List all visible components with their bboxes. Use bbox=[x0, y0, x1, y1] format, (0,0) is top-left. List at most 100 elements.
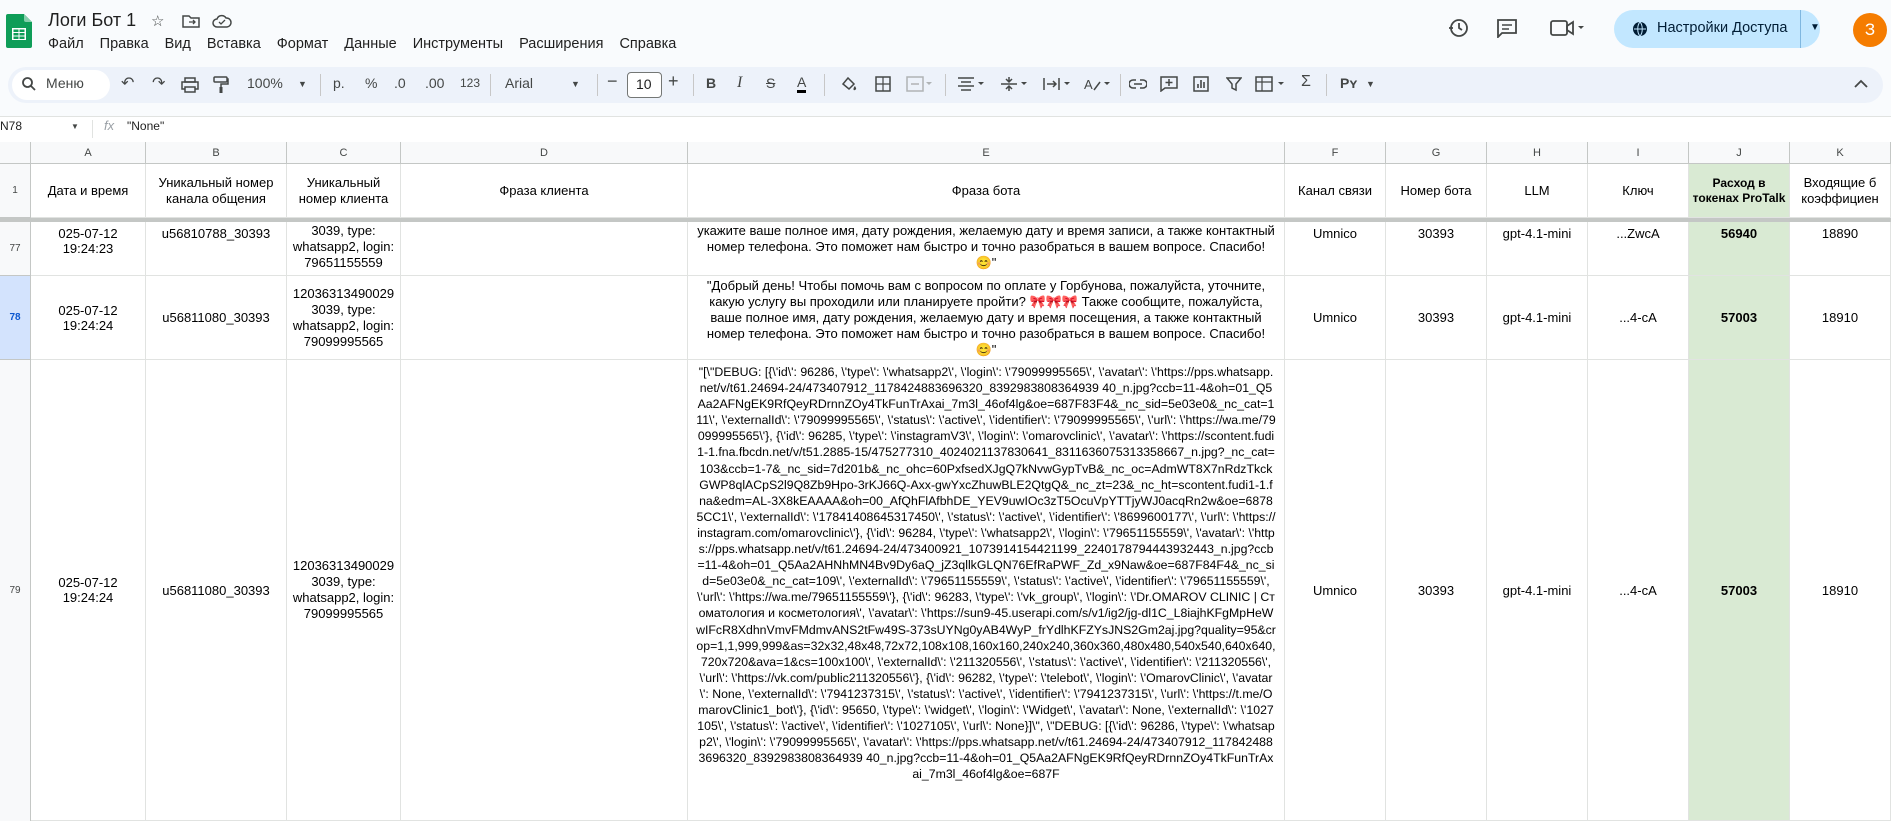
cell-client-id[interactable]: 3039, type: whatsapp2, login: 7965115555… bbox=[287, 222, 401, 276]
column-header-k[interactable]: K bbox=[1790, 142, 1891, 164]
cell-bot-number[interactable]: 30393 bbox=[1386, 222, 1487, 276]
column-header-i[interactable]: I bbox=[1588, 142, 1689, 164]
menu-extensions[interactable]: Расширения bbox=[511, 36, 611, 52]
avatar[interactable]: З bbox=[1853, 13, 1887, 47]
insert-comment-icon[interactable] bbox=[1160, 76, 1178, 92]
text-wrapping-icon[interactable] bbox=[1043, 77, 1073, 91]
cloud-status-icon[interactable] bbox=[212, 14, 232, 28]
menu-tools[interactable]: Инструменты bbox=[405, 36, 511, 52]
header-cell-client-phrase[interactable]: Фраза клиента bbox=[401, 164, 688, 218]
column-header-e[interactable]: E bbox=[688, 142, 1285, 164]
header-cell-channel-id[interactable]: Уникальный номер канала общения bbox=[146, 164, 287, 218]
menu-data[interactable]: Данные bbox=[336, 36, 404, 52]
cell-bot-number[interactable]: 30393 bbox=[1386, 360, 1487, 821]
cell-token-usage[interactable]: 57003 bbox=[1689, 276, 1790, 360]
header-cell-bot-number[interactable]: Номер бота bbox=[1386, 164, 1487, 218]
name-box-dropdown-icon[interactable]: ▼ bbox=[71, 122, 79, 131]
currency-format-button[interactable]: р. bbox=[333, 75, 345, 91]
cell-channel[interactable]: Umnico bbox=[1285, 360, 1386, 821]
italic-button[interactable]: I bbox=[737, 74, 742, 92]
cell-client-phrase[interactable] bbox=[401, 360, 688, 821]
column-header-b[interactable]: B bbox=[146, 142, 287, 164]
insert-link-icon[interactable] bbox=[1129, 79, 1147, 89]
cell-llm[interactable]: gpt-4.1-mini bbox=[1487, 360, 1588, 821]
font-family-select[interactable]: Arial bbox=[505, 75, 533, 91]
bold-button[interactable]: B bbox=[706, 75, 716, 91]
name-box[interactable]: N78 bbox=[0, 119, 22, 133]
cell-llm[interactable]: gpt-4.1-mini bbox=[1487, 276, 1588, 360]
share-dropdown-icon[interactable]: ▼ bbox=[1810, 22, 1820, 33]
cell-bot-phrase[interactable]: укажите ваше полное имя, дату рождения, … bbox=[688, 222, 1285, 276]
fill-color-icon[interactable] bbox=[840, 76, 858, 92]
cell-key[interactable]: ...4-cA bbox=[1588, 360, 1689, 821]
header-cell-llm[interactable]: LLM bbox=[1487, 164, 1588, 218]
horizontal-align-icon[interactable] bbox=[957, 77, 987, 91]
document-title[interactable]: Логи Бот 1 bbox=[48, 10, 136, 31]
zoom-select[interactable]: 100% bbox=[247, 75, 283, 91]
comments-icon[interactable] bbox=[1496, 18, 1518, 38]
column-header-h[interactable]: H bbox=[1487, 142, 1588, 164]
cell-channel[interactable]: Umnico bbox=[1285, 276, 1386, 360]
select-all-corner[interactable] bbox=[0, 142, 31, 164]
undo-icon[interactable]: ↶ bbox=[121, 73, 134, 93]
insert-chart-icon[interactable] bbox=[1193, 76, 1209, 92]
collapse-toolbar-icon[interactable] bbox=[1854, 79, 1868, 88]
cell-client-id[interactable]: 12036313490029 3039, type: whatsapp2, lo… bbox=[287, 276, 401, 360]
cell-incoming[interactable]: 18910 bbox=[1790, 360, 1891, 821]
header-cell-channel[interactable]: Канал связи bbox=[1285, 164, 1386, 218]
more-formats-button[interactable]: 123 bbox=[460, 76, 480, 90]
font-dropdown-icon[interactable]: ▼ bbox=[571, 79, 580, 89]
star-icon[interactable]: ☆ bbox=[151, 12, 164, 30]
decrease-font-size-button[interactable]: − bbox=[607, 71, 618, 92]
cell-llm[interactable]: gpt-4.1-mini bbox=[1487, 222, 1588, 276]
cell-client-phrase[interactable] bbox=[401, 276, 688, 360]
cell-token-usage[interactable]: 56940 bbox=[1689, 222, 1790, 276]
increase-font-size-button[interactable]: + bbox=[668, 71, 679, 92]
row-header-77[interactable]: 77 bbox=[0, 222, 31, 276]
cell-bot-phrase[interactable]: "[\"DEBUG: [{\'id\': 96286, \'type\': \'… bbox=[688, 360, 1285, 821]
text-color-button[interactable]: A bbox=[797, 75, 807, 93]
filter-views-icon[interactable] bbox=[1255, 76, 1287, 92]
cell-channel-id[interactable]: u56811080_30393 bbox=[146, 360, 287, 821]
column-header-f[interactable]: F bbox=[1285, 142, 1386, 164]
row-header-1[interactable]: 1 bbox=[0, 164, 31, 218]
column-header-c[interactable]: C bbox=[287, 142, 401, 164]
redo-icon[interactable]: ↷ bbox=[152, 73, 165, 93]
column-header-j[interactable]: J bbox=[1689, 142, 1790, 164]
filter-icon[interactable] bbox=[1226, 76, 1242, 92]
cell-client-phrase[interactable] bbox=[401, 222, 688, 276]
strikethrough-button[interactable]: S bbox=[766, 75, 775, 91]
input-tools-icon[interactable]: Рʏ bbox=[1340, 75, 1357, 91]
row-header-78[interactable]: 78 bbox=[0, 276, 31, 360]
cell-incoming[interactable]: 18890 bbox=[1790, 222, 1891, 276]
print-icon[interactable] bbox=[181, 77, 199, 93]
cell-incoming[interactable]: 18910 bbox=[1790, 276, 1891, 360]
menu-insert[interactable]: Вставка bbox=[199, 36, 269, 52]
cell-channel[interactable]: Umnico bbox=[1285, 222, 1386, 276]
header-cell-datetime[interactable]: Дата и время bbox=[31, 164, 146, 218]
menu-file[interactable]: Файл bbox=[40, 36, 92, 52]
percent-format-button[interactable]: % bbox=[365, 75, 377, 91]
input-tools-dropdown-icon[interactable]: ▼ bbox=[1366, 79, 1375, 89]
cell-token-usage[interactable]: 57003 bbox=[1689, 360, 1790, 821]
paint-format-icon[interactable] bbox=[213, 76, 229, 94]
cell-key[interactable]: ...4-cA bbox=[1588, 276, 1689, 360]
column-header-g[interactable]: G bbox=[1386, 142, 1487, 164]
decrease-decimal-button[interactable]: .0 bbox=[394, 75, 406, 91]
row-header-79[interactable]: 79 bbox=[0, 360, 31, 821]
header-cell-incoming[interactable]: Входящие б коэффициен bbox=[1790, 164, 1891, 218]
header-cell-bot-phrase[interactable]: Фраза бота bbox=[688, 164, 1285, 218]
vertical-align-icon[interactable] bbox=[1000, 76, 1030, 92]
cell-channel-id[interactable]: u56810788_30393 bbox=[146, 222, 287, 276]
cell-key[interactable]: ...ZwcA bbox=[1588, 222, 1689, 276]
functions-icon[interactable]: Σ bbox=[1301, 73, 1311, 91]
merge-cells-icon[interactable] bbox=[906, 76, 932, 92]
meet-video-icon[interactable] bbox=[1550, 19, 1586, 37]
menu-format[interactable]: Формат bbox=[269, 36, 337, 52]
header-cell-key[interactable]: Ключ bbox=[1588, 164, 1689, 218]
zoom-dropdown-icon[interactable]: ▼ bbox=[298, 79, 307, 89]
menu-edit[interactable]: Правка bbox=[92, 36, 157, 52]
cell-datetime[interactable]: 025-07-12 19:24:24 bbox=[31, 276, 146, 360]
column-header-d[interactable]: D bbox=[401, 142, 688, 164]
text-rotation-icon[interactable]: A bbox=[1083, 76, 1113, 92]
